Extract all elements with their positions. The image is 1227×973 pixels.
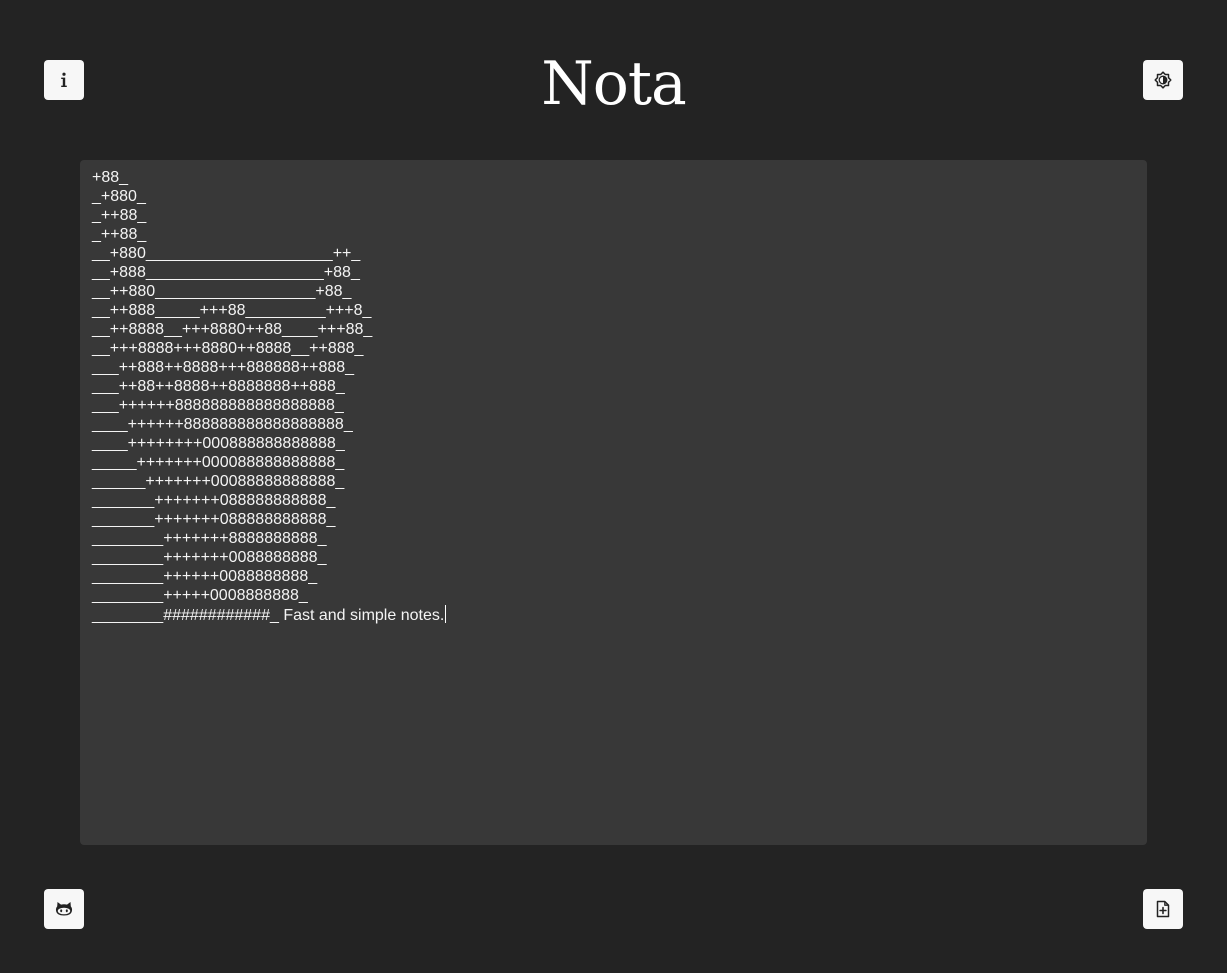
github-icon [54,899,74,919]
brightness-icon [1153,70,1173,90]
app-title: Nota [541,49,687,119]
file-plus-icon [1153,899,1173,919]
note-editor[interactable]: +88_ _+880_ _++88_ _++88_ __+880________… [80,160,1147,845]
theme-toggle-button[interactable] [1143,60,1183,100]
note-text: +88_ _+880_ _++88_ _++88_ __+880________… [92,169,445,624]
github-link-button[interactable] [44,889,84,929]
text-caret [445,605,447,623]
new-note-button[interactable] [1143,889,1183,929]
